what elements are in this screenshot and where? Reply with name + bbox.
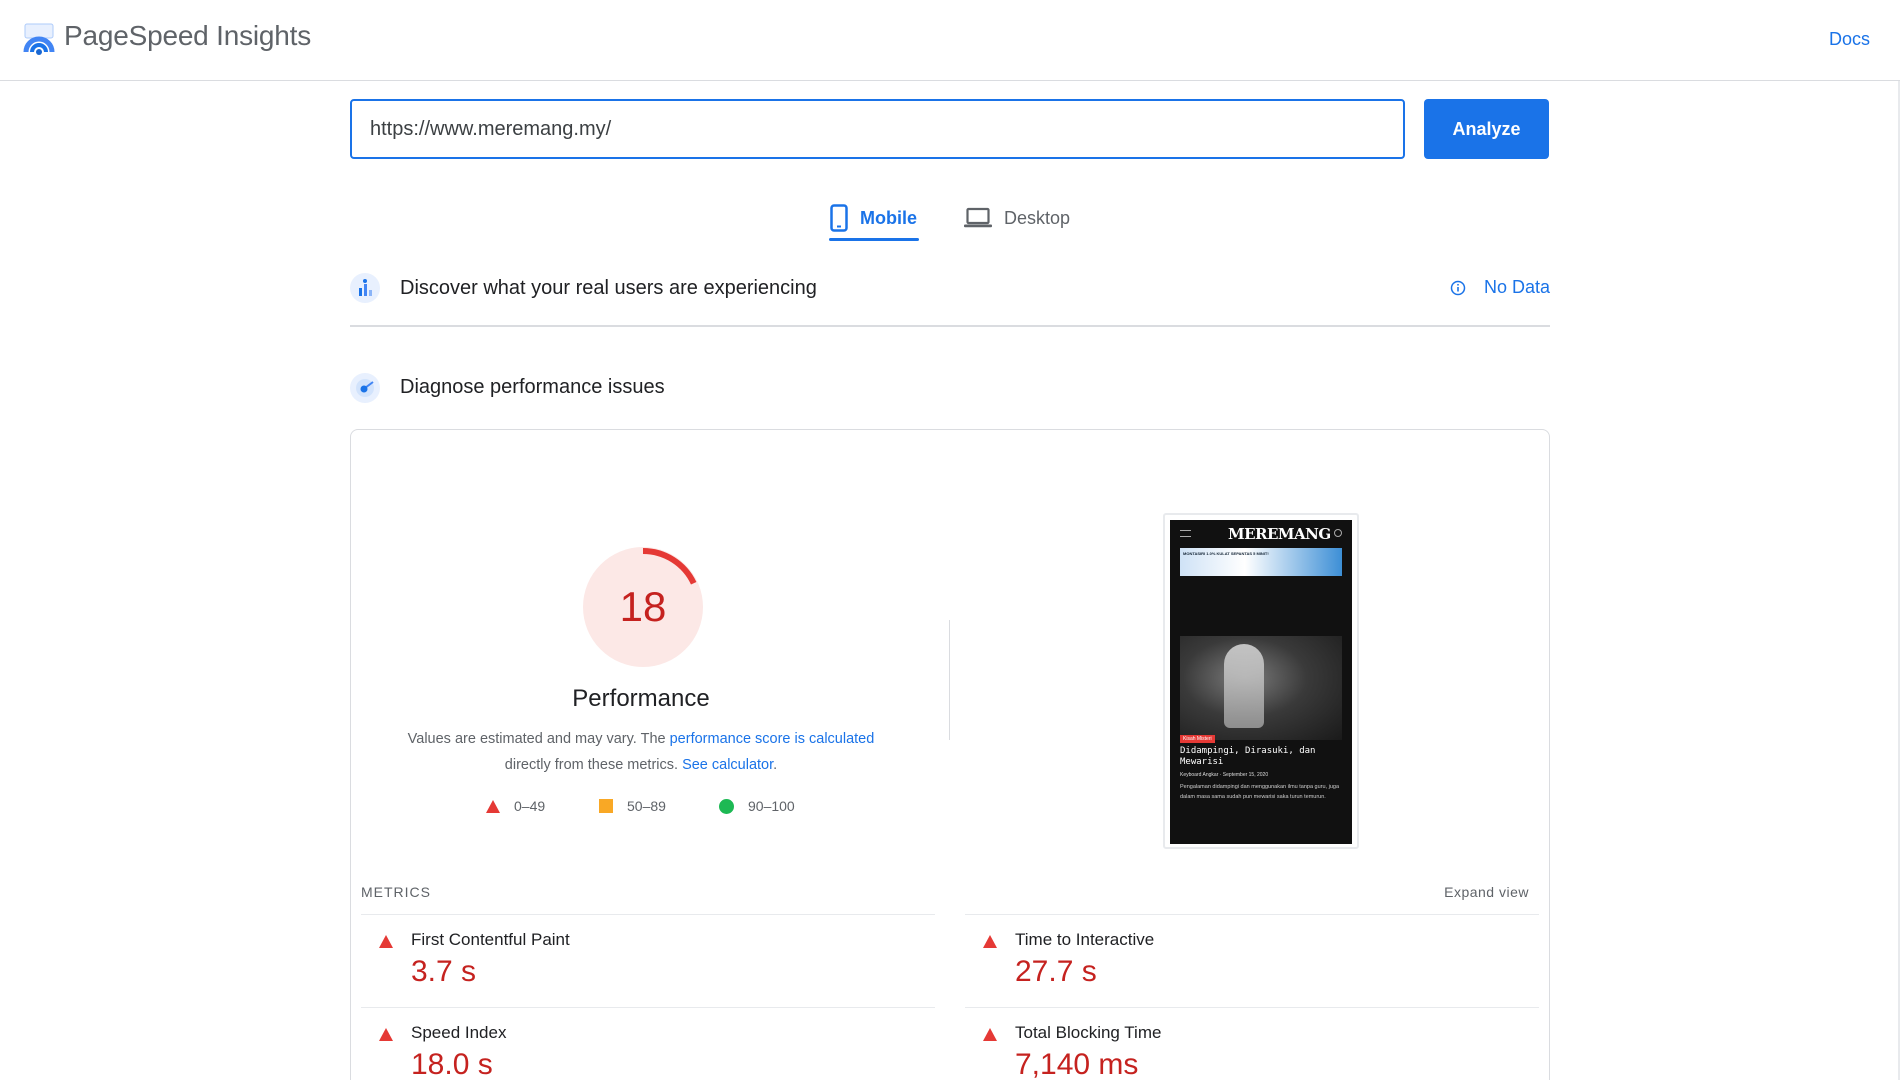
fail-triangle-icon [379, 1028, 393, 1041]
app-title: PageSpeed Insights [64, 20, 312, 51]
fail-triangle-icon [379, 935, 393, 948]
performance-score: 18 [619, 583, 667, 630]
analyze-button[interactable]: Analyze [1424, 99, 1549, 159]
no-data-label: No Data [1483, 277, 1550, 297]
article-meta: Keyboard Angkar · September 15, 2020 [1180, 772, 1269, 778]
selected-tab-indicator [829, 238, 919, 241]
fail-triangle-icon [983, 1028, 997, 1041]
field-data-section: Discover what your real users are experi… [350, 273, 1550, 327]
metric-name: Speed Index [411, 1023, 507, 1042]
see-calculator-link[interactable]: See calculator [682, 757, 773, 773]
metric-name: First Contentful Paint [411, 930, 570, 949]
metric-fcp[interactable]: First Contentful Paint 3.7 s [361, 914, 935, 1007]
pass-circle-icon [719, 798, 734, 814]
legend-average: 50–89 [599, 798, 666, 814]
users-chart-icon [350, 273, 380, 303]
ghost-photo [1180, 636, 1342, 740]
screenshot-image: MEREMANG MONTASIRI 1.0% KULAT SEPANTAS 5… [1170, 520, 1352, 844]
note-suffix: . [773, 757, 778, 773]
metric-tti[interactable]: Time to Interactive 27.7 s [965, 914, 1539, 1007]
no-data-link[interactable]: No Data [1450, 277, 1550, 298]
metric-value: 27.7 s [1015, 955, 1097, 988]
note-prefix: Values are estimated and may vary. The [407, 731, 670, 747]
site-search-icon [1334, 529, 1342, 537]
article-excerpt: Pengalaman didampingi dan menggunakan il… [1180, 784, 1340, 800]
hamburger-icon [1180, 530, 1191, 537]
lighthouse-icon [350, 373, 380, 403]
metric-value: 18.0 s [411, 1048, 493, 1080]
legend-average-label: 50–89 [627, 798, 666, 814]
final-screenshot[interactable]: MEREMANG MONTASIRI 1.0% KULAT SEPANTAS 5… [1163, 513, 1359, 849]
metrics-heading: METRICS [361, 884, 431, 900]
metric-value: 7,140 ms [1015, 1048, 1139, 1080]
legend-pass-label: 90–100 [748, 798, 795, 814]
legend-fail-label: 0–49 [514, 798, 546, 814]
tab-mobile[interactable]: Mobile [830, 196, 917, 240]
fail-triangle-icon [983, 935, 997, 948]
note-middle: directly from these metrics. [504, 757, 683, 773]
metric-name: Total Blocking Time [1015, 1023, 1162, 1042]
info-icon [1450, 280, 1466, 295]
mobile-phone-icon [830, 204, 848, 232]
performance-card: 18 Performance Values are estimated and … [350, 429, 1550, 1080]
metric-value: 3.7 s [411, 955, 477, 988]
legend-pass: 90–100 [719, 798, 795, 814]
site-logo: MEREMANG [1228, 525, 1331, 543]
ghost-figure [1224, 644, 1264, 728]
tab-desktop[interactable]: Desktop [964, 196, 1070, 240]
top-header: PageSpeed Insights Docs [0, 0, 1900, 81]
tab-mobile-label: Mobile [860, 207, 917, 228]
performance-label: Performance [572, 685, 710, 712]
laptop-icon [964, 207, 992, 228]
ad-text: MONTASIRI 1.0% KULAT SEPANTAS 5 MINIT! [1183, 551, 1269, 556]
field-data-title: Discover what your real users are experi… [400, 277, 817, 299]
tab-desktop-label: Desktop [1004, 207, 1071, 228]
category-tag: Kisah Misteri [1180, 735, 1215, 743]
average-square-icon [599, 799, 613, 813]
article-headline: Didampingi, Dirasuki, dan Mewarisi [1180, 746, 1316, 767]
docs-link[interactable]: Docs [1829, 29, 1870, 50]
expand-view-toggle[interactable]: Expand view [1444, 884, 1529, 900]
metric-tbt[interactable]: Total Blocking Time 7,140 ms [965, 1007, 1539, 1080]
pagespeed-logo-icon[interactable] [22, 22, 56, 56]
metric-name: Time to Interactive [1015, 930, 1155, 949]
lab-data-title: Diagnose performance issues [400, 376, 665, 398]
url-input[interactable] [350, 99, 1405, 159]
metric-speed-index[interactable]: Speed Index 18.0 s [361, 1007, 935, 1080]
vertical-divider [949, 620, 950, 740]
site-ad-banner: MONTASIRI 1.0% KULAT SEPANTAS 5 MINIT! [1180, 548, 1342, 576]
fail-triangle-icon [486, 799, 500, 813]
score-calculation-link[interactable]: performance score is calculated [670, 731, 875, 747]
legend-fail: 0–49 [486, 798, 545, 814]
score-note: Values are estimated and may vary. The p… [391, 726, 891, 778]
performance-gauge[interactable]: 18 [581, 545, 705, 669]
